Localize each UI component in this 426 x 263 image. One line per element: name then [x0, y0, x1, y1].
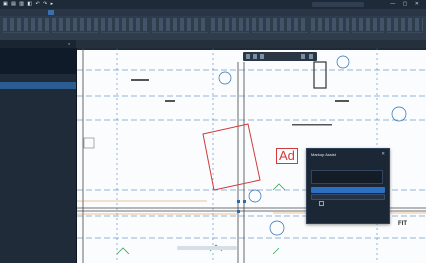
ribbon-group[interactable] [387, 18, 423, 38]
close-icon[interactable]: × [68, 40, 70, 48]
ribbon-group[interactable] [3, 18, 49, 38]
ribbon-group[interactable] [252, 18, 308, 38]
panel-row[interactable] [0, 82, 76, 89]
search-icon[interactable] [301, 54, 305, 59]
close-icon[interactable] [309, 54, 313, 59]
markup-text[interactable]: Ad [276, 148, 298, 164]
title-bar: ▣ ▤ ▥ ◧ ↶ ↷ ▸ — ▢ ✕ [0, 0, 426, 9]
ribbon [0, 16, 426, 40]
pan-icon[interactable] [246, 54, 250, 59]
properties-panel [0, 48, 77, 263]
ribbon-group[interactable] [52, 18, 98, 38]
floating-view-toolbar[interactable] [243, 52, 317, 61]
panel-row[interactable] [0, 96, 76, 103]
horizontal-scrollbar[interactable] [177, 246, 237, 250]
orbit-icon[interactable] [260, 54, 264, 59]
ribbon-group[interactable] [211, 18, 249, 38]
secondary-button[interactable] [311, 194, 385, 200]
label-text: FIT [398, 221, 407, 227]
document-tab[interactable]: × [0, 40, 76, 48]
dialog-title: Markup Assist [311, 152, 336, 157]
document-tabs: × [0, 40, 426, 48]
drawing-canvas[interactable]: Ad FIT Markup Assist ✕ [77, 48, 426, 263]
panel-row[interactable] [0, 110, 76, 117]
zoom-icon[interactable] [253, 54, 257, 59]
ribbon-group[interactable] [311, 18, 349, 38]
close-icon[interactable]: ✕ [381, 151, 385, 157]
panel-header [0, 48, 76, 74]
ribbon-group[interactable] [101, 18, 149, 38]
markup-text-field[interactable] [311, 170, 383, 184]
search-input[interactable] [312, 2, 364, 7]
markup-assist-dialog: Markup Assist ✕ [306, 148, 390, 224]
ribbon-group[interactable] [352, 18, 384, 38]
ribbon-group[interactable] [152, 18, 208, 38]
checkbox-icon[interactable] [319, 201, 324, 206]
ribbon-tabs [0, 9, 426, 16]
window-controls[interactable]: — ▢ ✕ [390, 0, 422, 9]
quick-access-toolbar[interactable]: ▣ ▤ ▥ ◧ ↶ ↷ ▸ [3, 0, 54, 9]
option-checkbox[interactable] [319, 201, 326, 206]
primary-button[interactable] [311, 187, 385, 193]
ribbon-tab-active[interactable] [48, 10, 54, 15]
